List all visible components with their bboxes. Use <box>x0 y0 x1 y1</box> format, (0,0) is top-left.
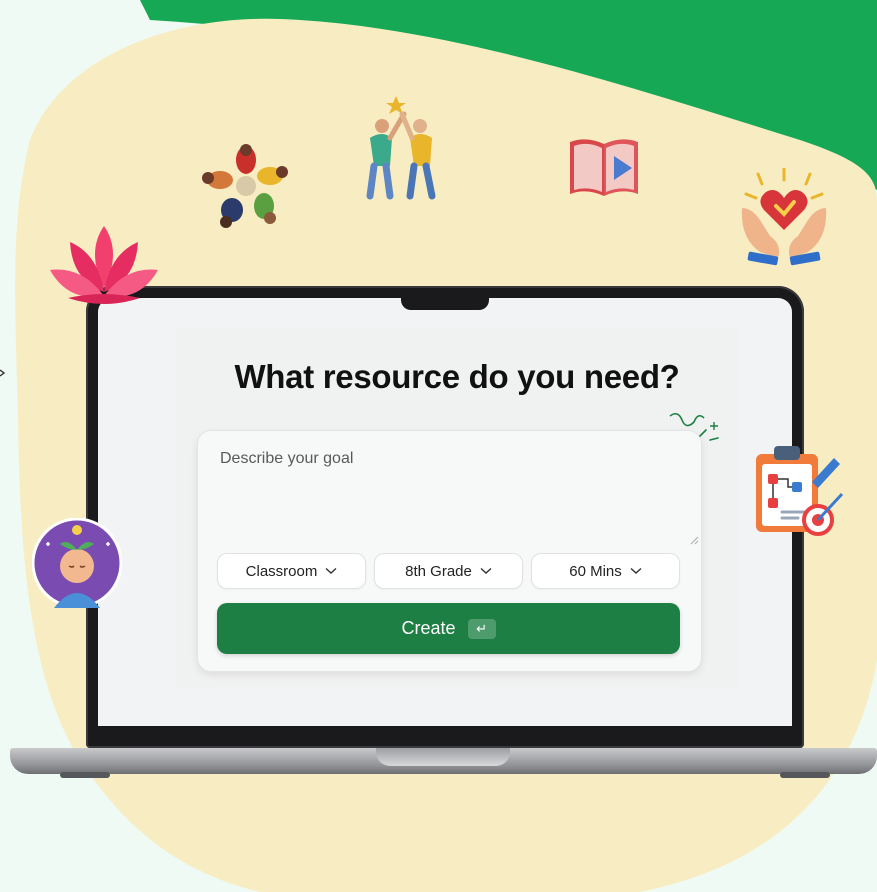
goal-input[interactable] <box>208 440 698 544</box>
enter-key-icon: ↵ <box>467 618 496 639</box>
chevron-down-icon <box>325 567 337 574</box>
duration-select-value: 60 Mins <box>569 562 622 580</box>
page-title: What resource do you need? <box>234 358 680 395</box>
grade-select-value: 8th Grade <box>405 562 472 580</box>
heart-hands-icon <box>741 168 827 266</box>
laptop-notch <box>401 294 489 310</box>
create-button-label: Create <box>401 618 456 638</box>
laptop-trackpad-lip <box>376 748 510 766</box>
mindful-head-icon <box>32 518 122 608</box>
setting-select-value: Classroom <box>245 562 318 580</box>
edge-mark-icon <box>0 369 6 377</box>
lotus-icon <box>50 226 158 304</box>
sparkle-doodle-icon <box>669 412 719 441</box>
chevron-down-icon <box>630 567 642 574</box>
grade-select[interactable]: 8th Grade <box>374 553 523 589</box>
setting-select[interactable]: Classroom <box>217 553 366 589</box>
teamwork-circle-icon <box>202 144 288 228</box>
lesson-plan-clipboard-icon <box>756 446 844 536</box>
chevron-down-icon <box>480 567 492 574</box>
video-book-icon <box>570 139 638 196</box>
duration-select[interactable]: 60 Mins <box>531 553 680 589</box>
high-five-icon <box>366 96 436 200</box>
create-button[interactable]: Create ↵ <box>217 603 680 654</box>
laptop-feet <box>60 772 830 778</box>
resize-grip-icon[interactable] <box>689 535 699 545</box>
